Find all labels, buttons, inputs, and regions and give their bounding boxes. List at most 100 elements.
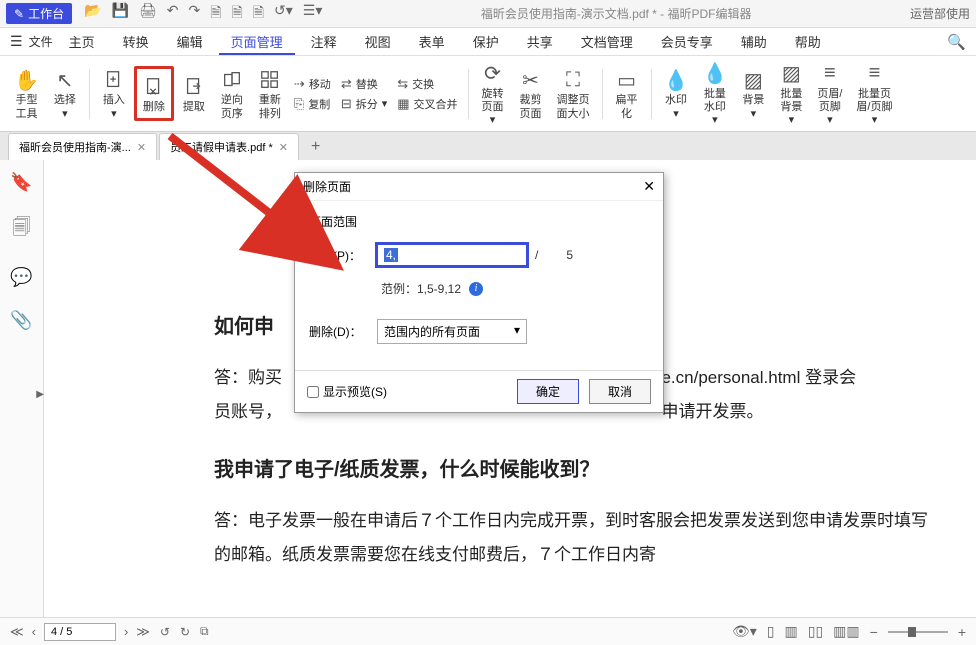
ribbon-rotate[interactable]: ⟳ 旋转 页面▾ [475,56,511,132]
ribbon-batch-background[interactable]: ▨ 批量 背景▾ [773,56,809,132]
ribbon-delete[interactable]: 删除 [134,66,174,121]
hamburger-icon: ☰ [10,33,23,50]
doc2-icon[interactable]: 🗎 [231,2,242,26]
info-icon[interactable]: i [469,282,483,296]
hand-back-icon[interactable]: ↺▾ [274,2,293,26]
save-icon[interactable]: 💾 [112,2,129,26]
print-icon[interactable]: 🖨 [139,2,157,26]
zoom-out-icon[interactable]: − [870,624,878,640]
menu-view[interactable]: 视图 [353,28,403,55]
pages-icon[interactable]: 🗐 [13,215,31,245]
ribbon-crop[interactable]: ✂ 裁剪 页面 [513,62,549,124]
ribbon-merge[interactable]: ▦交叉合并 [395,95,459,113]
close-icon[interactable]: ✕ [137,141,146,154]
copy-icon: ⎘ [294,96,304,112]
background-icon: ▨ [744,66,763,94]
ribbon-batch-watermark[interactable]: 💧 批量 水印▾ [696,56,733,132]
ribbon-resize[interactable]: ⛶ 调整页 面大小 [551,62,596,124]
rearrange-icon [259,66,281,94]
preview-checkbox[interactable]: 显示预览(S) [307,383,387,400]
redo-icon[interactable]: ↷ [188,2,200,26]
window-title: 福昕会员使用指南-演示文档.pdf * - 福昕PDF编辑器 [322,5,910,22]
view-single-icon[interactable]: ▯ [767,623,775,640]
ribbon-watermark[interactable]: 💧 水印▾ [658,62,695,124]
insert-icon [103,66,125,94]
workbench-badge[interactable]: ✎ 工作台 [6,3,72,24]
multiwin-icon[interactable]: ⧉ [200,624,209,639]
menu-protect[interactable]: 保护 [461,28,511,55]
history-back-icon[interactable]: ↺ [160,625,170,639]
ribbon-header-footer[interactable]: ≡ 页眉/ 页脚▾ [811,56,848,132]
view-facing-cont-icon[interactable]: ▥▥ [833,623,859,640]
zoom-in-icon[interactable]: + [958,624,966,640]
ribbon-copy[interactable]: ⎘复制 [292,95,333,113]
menu-share[interactable]: 共享 [515,28,565,55]
document-tabbar: 福昕会员使用指南-演... ✕ 员工请假申请表.pdf * ✕ + [0,132,976,160]
dialog-titlebar: 删除页面 ✕ [295,173,663,201]
menu-form[interactable]: 表单 [407,28,457,55]
ok-button[interactable]: 确定 [517,379,579,404]
open-icon[interactable]: 📂 [84,2,101,26]
page-number-input[interactable] [44,623,116,641]
view-facing-icon[interactable]: ▯▯ [808,623,823,640]
ribbon-move[interactable]: ⇢移动 [292,75,333,93]
menu-edit[interactable]: 编辑 [165,28,215,55]
history-fwd-icon[interactable]: ↻ [180,625,190,639]
ribbon-select[interactable]: ↖ 选择▾ [47,62,83,124]
delete-scope-select[interactable]: 范围内的所有页面 ▾ [377,319,527,344]
header-footer-icon: ≡ [824,60,836,88]
ribbon: ✋ 手型 工具 ↖ 选择▾ 插入▾ 删除 提取 逆向 页序 重新 排列 ⇢移动 … [0,56,976,132]
menubar: ☰ 文件 主页 转换 编辑 页面管理 注释 视图 表单 保护 共享 文档管理 会… [0,28,976,56]
hand-forward-icon[interactable]: ☰▾ [303,2,323,26]
menu-member[interactable]: 会员专享 [649,28,725,55]
tab-1[interactable]: 福昕会员使用指南-演... ✕ [8,133,157,160]
zoom-slider[interactable] [888,631,948,633]
ribbon-split[interactable]: ⊟拆分 ▾ [339,95,389,113]
prev-page-icon[interactable]: ‹ [32,624,36,639]
ribbon-insert[interactable]: 插入▾ [96,62,132,124]
first-page-icon[interactable]: ≪ [10,624,24,640]
flatten-icon: ▭ [617,66,636,94]
cancel-button[interactable]: 取消 [589,379,651,404]
attachment-icon[interactable]: 📎 [10,310,32,331]
menu-help[interactable]: 帮助 [783,28,833,55]
menu-file[interactable]: ☰ 文件 [10,33,53,50]
ribbon-rearrange[interactable]: 重新 排列 [252,62,288,124]
ribbon-batch-header-footer[interactable]: ≡ 批量页 眉/页脚▾ [850,56,898,132]
close-icon[interactable]: ✕ [279,141,288,154]
menu-convert[interactable]: 转换 [111,28,161,55]
ribbon-background[interactable]: ▨ 背景▾ [735,62,771,124]
ribbon-flatten[interactable]: ▭ 扁平 化 [609,62,645,124]
ribbon-swap[interactable]: ⇆交换 [395,75,459,93]
tab-add[interactable]: + [301,134,330,160]
menu-home[interactable]: 主页 [57,28,107,55]
bookmark-icon[interactable]: 🔖 [10,172,32,193]
titlebar-right: 运营部使用 [910,5,970,22]
undo-icon[interactable]: ↶ [167,2,179,26]
ribbon-extract[interactable]: 提取 [176,69,212,118]
rotate-icon: ⟳ [484,60,501,88]
tab-2[interactable]: 员工请假申请表.pdf * ✕ [159,133,299,160]
menu-assist[interactable]: 辅助 [729,28,779,55]
eye-icon[interactable]: 👁▾ [732,623,757,640]
menu-docmgmt[interactable]: 文档管理 [569,28,645,55]
ribbon-reverse[interactable]: 逆向 页序 [214,62,250,124]
view-continuous-icon[interactable]: ▥ [785,623,798,640]
search-icon[interactable]: 🔍 [947,33,966,51]
chevron-down-icon: ▾ [514,323,520,337]
doc1-icon[interactable]: 🗎 [210,2,221,26]
page-input[interactable]: 4, [377,244,527,266]
ribbon-replace[interactable]: ⇄替换 [339,75,389,93]
expand-icon[interactable]: ▶ [36,389,44,400]
menu-file-label: 文件 [29,33,53,50]
next-page-icon[interactable]: › [124,624,128,639]
ribbon-hand[interactable]: ✋ 手型 工具 [8,62,45,124]
dialog-close-icon[interactable]: ✕ [643,178,655,195]
menu-comment[interactable]: 注释 [299,28,349,55]
last-page-icon[interactable]: ≫ [136,624,150,640]
doc3-icon[interactable]: 🗎 [253,2,264,26]
comment-icon[interactable]: 💬 [10,267,32,288]
dialog-footer: 显示预览(S) 确定 取消 [295,370,663,412]
menu-page-manage[interactable]: 页面管理 [219,28,295,55]
preview-checkbox-input[interactable] [307,386,319,398]
